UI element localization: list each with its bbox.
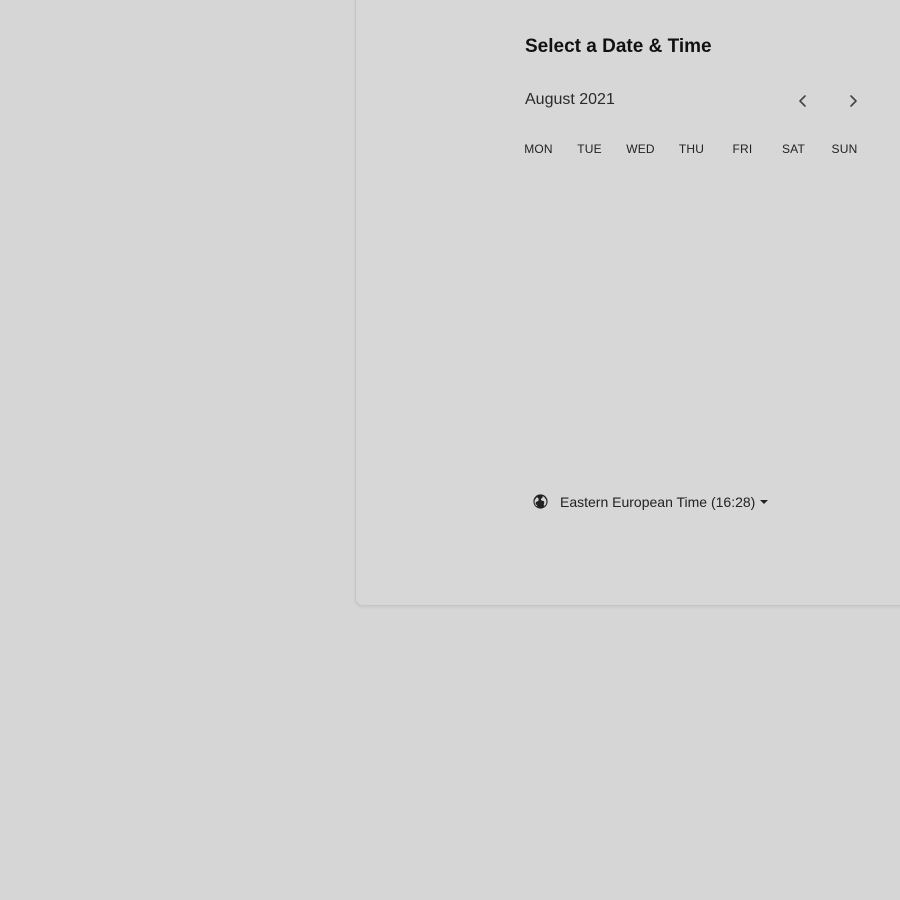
timezone-label: Eastern European Time (16:28) xyxy=(560,493,756,510)
chevron-right-icon xyxy=(850,95,857,107)
weekday-mon: MON xyxy=(524,142,553,156)
weekday-fri: FRI xyxy=(732,142,753,156)
chevron-left-icon xyxy=(799,95,806,107)
month-label: August 2021 xyxy=(525,91,615,108)
caret-down-icon xyxy=(760,499,769,504)
page-title: Select a Date & Time xyxy=(525,36,712,57)
previous-month-button[interactable] xyxy=(789,87,817,115)
weekday-header: MON TUE WED THU FRI SAT SUN xyxy=(513,142,870,156)
weekday-tue: TUE xyxy=(577,142,602,156)
weekday-sat: SAT xyxy=(781,142,806,156)
timezone-selector[interactable]: Eastern European Time (16:28) xyxy=(532,493,769,510)
weekday-sun: SUN xyxy=(831,142,858,156)
next-month-button[interactable] xyxy=(839,87,867,115)
weekday-wed: WED xyxy=(626,142,655,156)
globe-icon xyxy=(532,493,549,510)
scheduler-card: Select a Date & Time August 2021 MON TUE… xyxy=(355,0,900,606)
weekday-thu: THU xyxy=(678,142,705,156)
